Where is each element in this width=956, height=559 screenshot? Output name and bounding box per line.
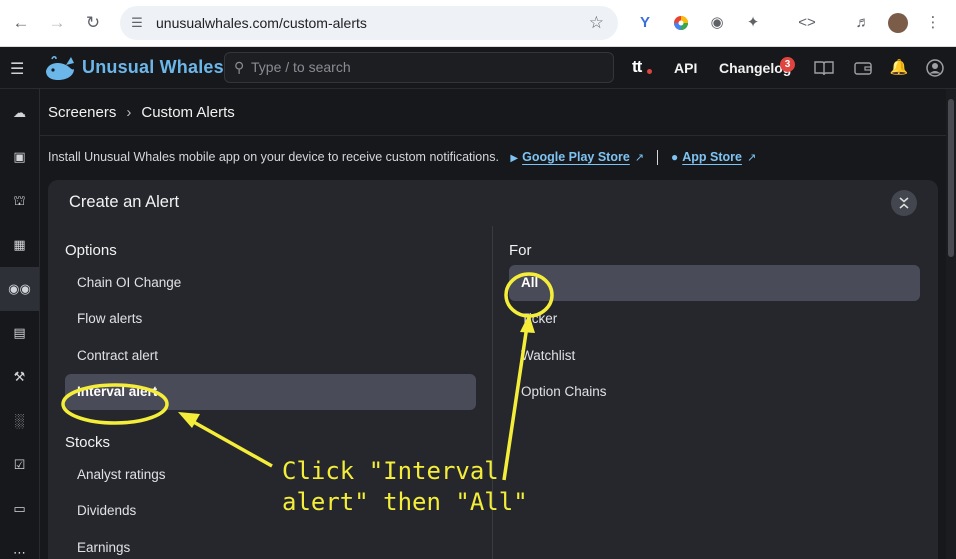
divider bbox=[40, 135, 946, 136]
extension-y-icon[interactable]: Y bbox=[634, 12, 656, 34]
media-queue-icon[interactable]: ♬ bbox=[852, 12, 874, 34]
back-arrow-icon[interactable]: ← bbox=[10, 12, 32, 34]
sidebar-bank-icon[interactable]: ⛫ bbox=[0, 179, 39, 223]
for-watchlist[interactable]: Watchlist bbox=[509, 338, 920, 374]
option-earnings[interactable]: Earnings bbox=[65, 530, 476, 559]
sidebar-whale-icon[interactable]: ☁ bbox=[0, 91, 39, 135]
search-input[interactable] bbox=[251, 59, 601, 75]
hamburger-menu-icon[interactable]: ☰ bbox=[10, 59, 24, 79]
page-scrollbar[interactable] bbox=[946, 89, 956, 559]
for-option-chains[interactable]: Option Chains bbox=[509, 374, 920, 410]
site-info-icon[interactable]: ☰ bbox=[128, 14, 146, 32]
close-button[interactable] bbox=[891, 190, 917, 216]
whale-logo-icon[interactable] bbox=[44, 53, 76, 83]
options-heading: Options bbox=[65, 242, 117, 259]
option-flow-alerts[interactable]: Flow alerts bbox=[65, 301, 476, 337]
browser-toolbar: ← → ↻ ☰ unusualwhales.com/custom-alerts … bbox=[0, 0, 956, 47]
annotation-line-2: alert" then "All" bbox=[282, 488, 528, 516]
search-icon: ⚲ bbox=[234, 59, 245, 75]
wallet-icon[interactable] bbox=[852, 57, 874, 79]
chevron-right-icon: › bbox=[126, 104, 132, 121]
annotation-text: Click "Interval alert" then "All" bbox=[282, 456, 528, 518]
sidebar-tv-icon[interactable]: ▭ bbox=[0, 487, 39, 531]
scrollbar-thumb[interactable] bbox=[948, 99, 954, 257]
sidebar-more-icon[interactable]: ⋯ bbox=[0, 531, 39, 559]
app-header: ☰ Unusual Whales ⚲ tt API Changelog 🔔 bbox=[0, 47, 956, 89]
api-link[interactable]: API bbox=[674, 60, 697, 76]
external-link-icon: ↗ bbox=[746, 152, 757, 164]
profile-avatar[interactable] bbox=[888, 13, 908, 33]
address-bar[interactable]: ☰ unusualwhales.com/custom-alerts ☆ bbox=[120, 6, 618, 40]
sidebar-binoculars-icon[interactable]: ◉◉ bbox=[0, 267, 39, 311]
external-link-icon: ↗ bbox=[634, 152, 644, 164]
changelog-badge: 3 bbox=[780, 57, 795, 72]
sidebar-chart-icon[interactable]: ░ bbox=[0, 399, 39, 443]
sidebar-hammer-icon[interactable]: ⚒ bbox=[0, 355, 39, 399]
browser-menu-icon[interactable]: ⋮ bbox=[922, 12, 944, 34]
collapse-chevron-icon bbox=[899, 197, 909, 209]
extensions-puzzle-icon[interactable]: ✦ bbox=[742, 12, 764, 34]
sidebar-check-icon[interactable]: ☑ bbox=[0, 443, 39, 487]
option-interval-alert[interactable]: Interval alert bbox=[65, 374, 476, 410]
extension-password-icon[interactable]: ◉ bbox=[706, 12, 728, 34]
tastytrade-link[interactable]: tt bbox=[632, 57, 642, 77]
account-icon[interactable] bbox=[924, 57, 946, 79]
extension-color-wheel-icon[interactable] bbox=[670, 12, 692, 34]
tastytrade-dot-icon bbox=[647, 69, 652, 74]
forward-arrow-icon[interactable]: → bbox=[46, 12, 68, 34]
stocks-heading: Stocks bbox=[65, 434, 111, 451]
install-banner: Install Unusual Whales mobile app on you… bbox=[48, 150, 757, 166]
app-store-link[interactable]: App Store bbox=[682, 150, 742, 164]
breadcrumb-current: Custom Alerts bbox=[141, 104, 235, 121]
separator bbox=[657, 150, 659, 166]
breadcrumb: Screeners › Custom Alerts bbox=[48, 104, 235, 121]
bell-icon[interactable]: 🔔 bbox=[888, 57, 910, 79]
left-sidebar: ☁ ▣ ⛫ ▦ ◉◉ ▤ ⚒ ░ ☑ ▭ ⋯ bbox=[0, 89, 40, 559]
devtools-code-icon[interactable]: <> bbox=[796, 12, 818, 34]
url-text[interactable]: unusualwhales.com/custom-alerts bbox=[156, 15, 367, 31]
bookmark-star-icon[interactable]: ☆ bbox=[589, 13, 604, 33]
book-icon[interactable] bbox=[813, 57, 835, 79]
brand-name[interactable]: Unusual Whales bbox=[82, 57, 224, 78]
reload-icon[interactable]: ↻ bbox=[82, 12, 104, 34]
google-play-link[interactable]: Google Play Store bbox=[522, 150, 630, 164]
option-contract-alert[interactable]: Contract alert bbox=[65, 338, 476, 374]
option-chain-oi-change[interactable]: Chain OI Change bbox=[65, 265, 476, 301]
global-search[interactable]: ⚲ bbox=[224, 52, 614, 83]
breadcrumb-screeners[interactable]: Screeners bbox=[48, 104, 116, 121]
for-ticker[interactable]: Ticker bbox=[509, 301, 920, 337]
annotation-line-1: Click "Interval bbox=[282, 457, 499, 485]
sidebar-calendar-icon[interactable]: ▦ bbox=[0, 223, 39, 267]
panel-title: Create an Alert bbox=[69, 193, 180, 211]
install-text: Install Unusual Whales mobile app on you… bbox=[48, 150, 499, 164]
sidebar-money-icon[interactable]: ▣ bbox=[0, 135, 39, 179]
apple-icon: ● bbox=[670, 150, 679, 164]
for-all[interactable]: All bbox=[509, 265, 920, 301]
sidebar-news-icon[interactable]: ▤ bbox=[0, 311, 39, 355]
google-play-icon: ▶ bbox=[510, 153, 519, 164]
for-heading: For bbox=[509, 242, 532, 259]
